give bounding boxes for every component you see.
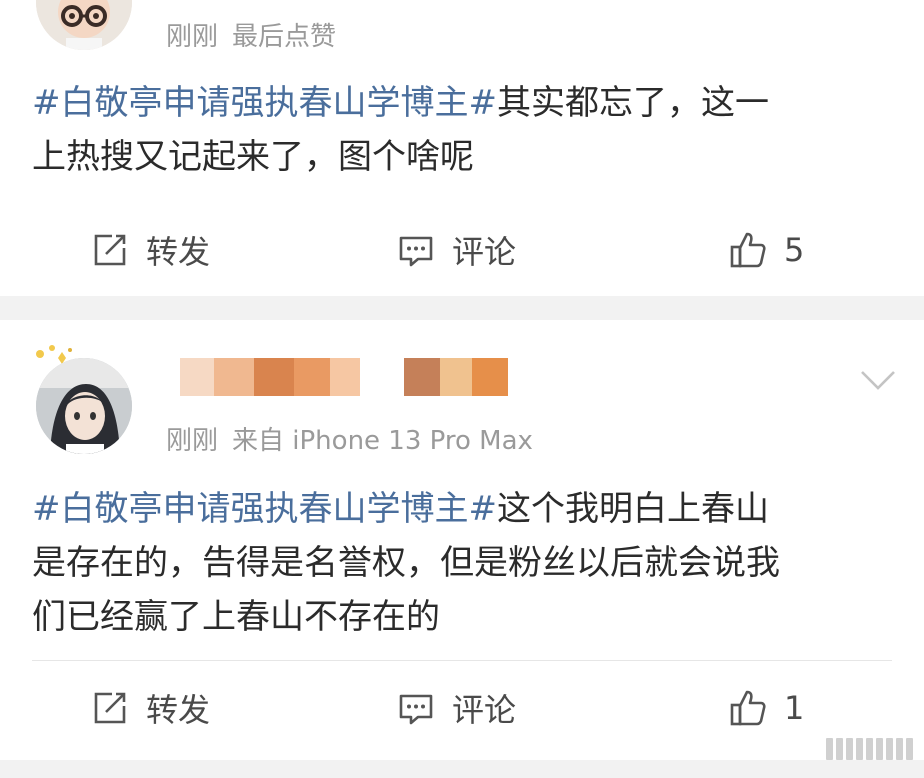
feed-separator bbox=[0, 760, 924, 778]
post-source: 来自 iPhone 13 Pro Max bbox=[232, 426, 533, 456]
username-blurred[interactable] bbox=[180, 358, 508, 396]
repost-label: 转发 bbox=[146, 691, 211, 729]
post-time: 刚刚 bbox=[166, 22, 219, 52]
post-text-line: 这个我明白上春山 bbox=[496, 489, 769, 529]
avatar[interactable] bbox=[36, 0, 132, 50]
edit-share-icon bbox=[94, 692, 126, 724]
avatar[interactable] bbox=[36, 358, 132, 454]
comment-label: 评论 bbox=[452, 691, 517, 729]
post-meta: 刚刚 最后点赞 bbox=[166, 16, 336, 53]
topic-link[interactable]: #白敬亭申请强执春山学博主# bbox=[32, 83, 497, 123]
edit-share-icon bbox=[94, 234, 126, 266]
post-meta: 刚刚 来自 iPhone 13 Pro Max bbox=[166, 420, 533, 457]
post-text-line: 其实都忘了，这一 bbox=[496, 83, 769, 123]
post-time: 刚刚 bbox=[166, 426, 219, 456]
post-text-line: 是存在的，告得是名誉权，但是粉丝以后就会说我 bbox=[32, 543, 780, 583]
post-text-line: 上热搜又记起来了，图个啥呢 bbox=[32, 137, 474, 177]
like-button[interactable]: 1 bbox=[728, 678, 804, 738]
comment-bubble-icon bbox=[399, 236, 433, 267]
post-content: #白敬亭申请强执春山学博主#这个我明白上春山 是存在的，告得是名誉权，但是粉丝以… bbox=[32, 482, 896, 644]
comment-bubble-icon bbox=[399, 694, 433, 725]
like-count: 5 bbox=[784, 231, 805, 269]
comment-button[interactable]: 评论 bbox=[396, 678, 516, 738]
like-button[interactable]: 5 bbox=[728, 220, 804, 280]
watermark-glyphs bbox=[826, 738, 916, 764]
post-text-line: 们已经赢了上春山不存在的 bbox=[32, 597, 440, 637]
thumbs-up-icon bbox=[730, 690, 766, 726]
action-bar: 转发 评论 1 bbox=[0, 678, 924, 738]
chevron-down-icon[interactable] bbox=[858, 366, 898, 394]
post-meta-extra: 最后点赞 bbox=[232, 22, 337, 52]
thumbs-up-icon bbox=[730, 232, 766, 268]
repost-button[interactable]: 转发 bbox=[90, 678, 210, 738]
like-count: 1 bbox=[784, 689, 805, 727]
anime-avatar-icon bbox=[36, 358, 132, 454]
post-content: #白敬亭申请强执春山学博主#其实都忘了，这一 上热搜又记起来了，图个啥呢 bbox=[32, 76, 896, 184]
comment-button[interactable]: 评论 bbox=[396, 220, 516, 280]
post-card-1: 刚刚 最后点赞 #白敬亭申请强执春山学博主#其实都忘了，这一 上热搜又记起来了，图… bbox=[0, 0, 924, 296]
cartoon-avatar-icon bbox=[36, 0, 132, 50]
repost-label: 转发 bbox=[146, 233, 211, 271]
divider bbox=[32, 660, 892, 661]
action-bar: 转发 评论 5 bbox=[0, 220, 924, 280]
topic-link[interactable]: #白敬亭申请强执春山学博主# bbox=[32, 489, 497, 529]
comment-label: 评论 bbox=[452, 233, 517, 271]
feed-separator bbox=[0, 296, 924, 320]
repost-button[interactable]: 转发 bbox=[90, 220, 210, 280]
